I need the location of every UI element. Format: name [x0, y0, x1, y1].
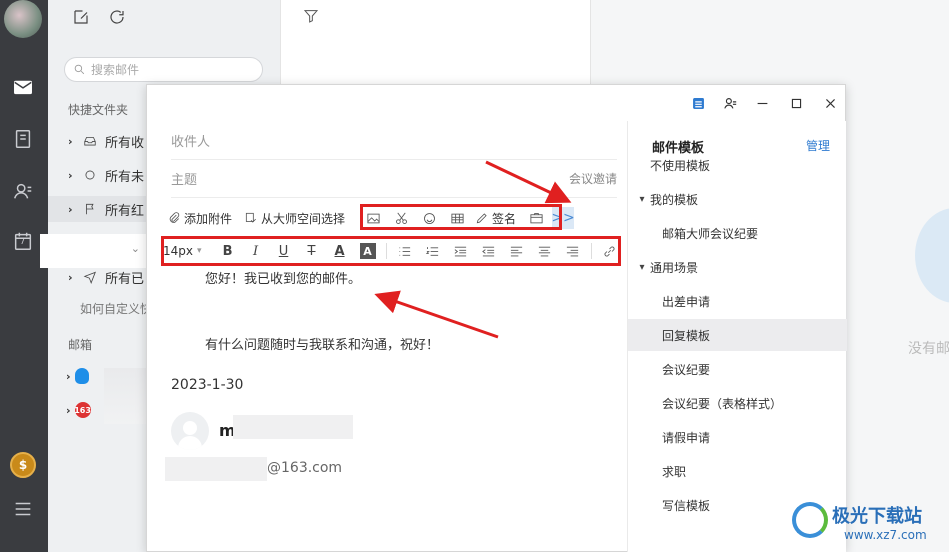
send-icon [83, 271, 96, 284]
contacts-book-icon[interactable] [10, 126, 36, 152]
inbox-icon [84, 137, 96, 146]
template-item-label: 会议纪要（表格样式） [662, 396, 783, 411]
template-item[interactable]: 不使用模板 [628, 149, 847, 181]
signature-date: 2023-1-30 [171, 377, 244, 393]
paperclip-icon [169, 212, 180, 223]
recipient-field[interactable]: 收件人 [171, 122, 617, 160]
compose-icon[interactable] [72, 8, 92, 28]
calendar-icon[interactable]: 7 [10, 228, 36, 254]
template-item[interactable]: ▾ 通用场景 [628, 251, 847, 283]
folder-label: 所有收 [105, 135, 145, 151]
font-family-dropdown-stub[interactable]: ⌄ [40, 234, 148, 268]
search-placeholder: 搜索邮件 [91, 63, 140, 77]
template-panel-icon[interactable] [689, 94, 707, 112]
folder-item-all-inbox[interactable]: › 所有收 [68, 129, 144, 153]
chevron-down-icon: ▾ [639, 193, 645, 205]
chevron-right-icon: › [66, 403, 71, 417]
chevron-down-icon: ⌄ [130, 242, 140, 255]
chevron-right-icon: › [68, 134, 73, 148]
template-item[interactable]: 请假申请 [628, 421, 847, 453]
template-item-label: 写信模板 [662, 498, 711, 513]
template-item-label: 出差申请 [662, 294, 711, 309]
chevron-right-icon: › [68, 168, 73, 182]
template-item[interactable]: 会议纪要（表格样式） [628, 387, 847, 419]
annotation-box-format-bar [161, 236, 621, 266]
add-attachment-label: 添加附件 [184, 211, 233, 226]
search-input[interactable]: 搜索邮件 [64, 57, 263, 82]
master-space-label: 从大师空间选择 [261, 211, 346, 226]
mailbox-item-163[interactable]: › 163 [66, 402, 91, 418]
body-line-2: 有什么问题随时与我联系和沟通，祝好！ [205, 338, 440, 353]
template-panel: 邮件模板 管理 不使用模板 ▾ 我的模板 邮箱大师会议纪要 ▾ 通用场景 出差申请 回复模板会… [627, 121, 847, 552]
template-item[interactable]: 会议纪要 [628, 353, 847, 385]
folder-label: 所有未 [105, 169, 145, 185]
folder-label: 所有红 [105, 203, 145, 219]
template-item-label: 不使用模板 [650, 158, 711, 173]
template-item[interactable]: 邮箱大师会议纪要 [628, 217, 847, 249]
add-attachment-button[interactable]: 添加附件 [167, 210, 232, 227]
subject-placeholder: 主题 [171, 173, 198, 188]
master-space-button[interactable]: 从大师空间选择 [244, 210, 345, 227]
signature-email: @163.com [267, 460, 343, 476]
chevron-down-icon: ▾ [639, 261, 645, 273]
empty-state-text: 没有邮 [908, 341, 949, 357]
redacted-email [165, 457, 267, 481]
template-item[interactable]: 出差申请 [628, 285, 847, 317]
netease-163-icon: 163 [74, 402, 91, 418]
search-icon [74, 64, 85, 75]
annotation-box-toolbar [360, 204, 562, 230]
cloud-file-icon [245, 212, 256, 223]
flag-icon [86, 203, 94, 215]
template-item-label: 会议纪要 [662, 362, 711, 377]
compose-window: 收件人 主题 会议邀请 添加附件 从大师空间选择 签名 >> 14px ▾ B … [146, 84, 847, 552]
maximize-icon[interactable] [787, 94, 805, 112]
mailbox-item-qq[interactable]: › [66, 368, 89, 384]
watermark-title: 极光下载站 [832, 506, 922, 527]
coin-icon[interactable]: $ [10, 452, 36, 478]
template-item-label: 请假申请 [662, 430, 711, 445]
template-item[interactable]: 求职 [628, 455, 847, 487]
folder-item-all-unread[interactable]: › 所有未 [68, 163, 144, 187]
template-item-label: 邮箱大师会议纪要 [662, 226, 759, 241]
quick-folders-title: 快捷文件夹 [68, 103, 129, 117]
body-line-1: 您好！我已收到您的邮件。 [205, 272, 362, 287]
chevron-right-icon: › [66, 369, 71, 383]
minimize-icon[interactable] [753, 94, 771, 112]
template-item[interactable]: 回复模板 [628, 319, 847, 351]
template-item-label: 回复模板 [662, 328, 711, 343]
nav-rail: 7 $ [0, 0, 48, 552]
mailbox-title: 邮箱 [68, 338, 93, 352]
menu-icon[interactable] [10, 496, 36, 522]
folder-item-all-sent[interactable]: › 所有已 [68, 265, 144, 289]
mail-icon[interactable] [10, 74, 36, 100]
template-item[interactable]: ▾ 我的模板 [628, 183, 847, 215]
close-icon[interactable] [821, 94, 839, 112]
template-item-label: 求职 [662, 464, 687, 479]
redacted-name [233, 415, 353, 439]
filter-icon[interactable] [303, 8, 319, 28]
user-avatar[interactable] [4, 0, 42, 38]
template-item-label: 我的模板 [650, 192, 699, 207]
qq-mail-icon [74, 368, 89, 384]
contacts-icon[interactable] [721, 94, 739, 112]
address-book-icon[interactable] [10, 178, 36, 204]
signature-avatar [171, 412, 209, 450]
watermark-url: www.xz7.com [844, 528, 927, 542]
subject-field[interactable]: 主题 会议邀请 [171, 160, 617, 198]
site-watermark: 极光下载站 www.xz7.com [792, 498, 948, 552]
unread-circle-icon [85, 170, 95, 180]
chevron-right-icon: › [68, 270, 73, 284]
custom-folder-help-link[interactable]: 如何自定义快 [80, 300, 152, 317]
recipient-placeholder: 收件人 [171, 135, 211, 150]
template-item-label: 通用场景 [650, 260, 699, 275]
meeting-invite-link[interactable]: 会议邀请 [569, 170, 617, 187]
folder-label: 所有已 [105, 271, 145, 287]
calendar-day: 7 [20, 237, 26, 246]
chevron-right-icon: › [68, 202, 73, 216]
watermark-logo [792, 502, 828, 538]
refresh-icon[interactable] [108, 8, 128, 28]
